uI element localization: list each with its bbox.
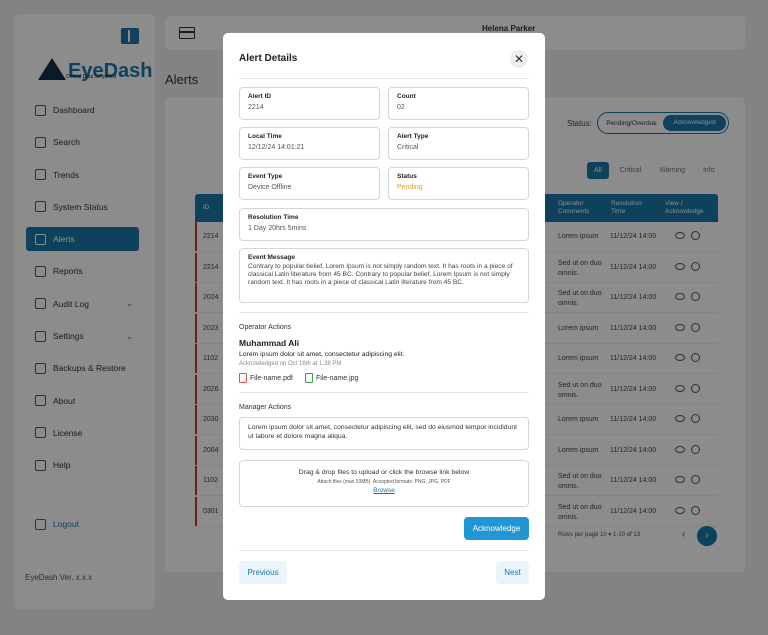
field-value: Critical — [397, 144, 419, 151]
operator-actions-label: Operator Actions — [239, 324, 292, 331]
field-alert-id: Alert ID 2214 — [239, 87, 380, 120]
browse-link[interactable]: Browse — [240, 487, 528, 494]
divider — [239, 78, 529, 79]
next-button[interactable]: Next — [496, 561, 529, 584]
manager-actions-label: Manager Actions — [239, 404, 292, 411]
divider — [239, 550, 529, 551]
pdf-file-icon — [239, 373, 247, 383]
field-event-message: Event Message Contrary to popular belief… — [239, 248, 529, 303]
alert-details-modal: Alert Details ✕ Alert ID 2214 Count 02 L… — [223, 33, 545, 600]
field-value: 2214 — [248, 104, 264, 111]
field-label: Count — [397, 93, 416, 100]
field-value: 12/12/24 14:01:21 — [248, 144, 305, 151]
field-label: Local Time — [248, 133, 282, 140]
dropzone-instructions: Drag & drop files to upload or click the… — [298, 469, 470, 476]
operator-comment: Lorem ipsum dolor sit amet, consectetur … — [239, 351, 405, 358]
field-label: Resolution Time — [248, 214, 299, 221]
field-label: Alert Type — [397, 133, 429, 140]
dropzone-constraints: Attach files (max 10MB). Accepted format… — [317, 479, 451, 485]
status-badge: Pending — [397, 184, 423, 191]
operator-name: Muhammad Ali — [239, 338, 300, 348]
field-value: 1 Day 20hrs 5mins — [248, 225, 307, 232]
field-label: Event Message — [248, 254, 295, 261]
field-resolution-time: Resolution Time 1 Day 20hrs 5mins — [239, 208, 529, 241]
image-file-icon — [305, 373, 313, 383]
divider — [239, 312, 529, 313]
acknowledged-timestamp: Acknowledged on Oct 16th at 1:38 PM — [239, 361, 342, 367]
acknowledge-button[interactable]: Acknowledge — [464, 517, 529, 540]
field-alert-type: Alert Type Critical — [388, 127, 529, 160]
field-count: Count 02 — [388, 87, 529, 120]
close-icon[interactable]: ✕ — [510, 50, 528, 68]
field-value: Device Offline — [248, 184, 292, 191]
event-message-text: Contrary to popular belief, Lorem Ipsum … — [248, 263, 513, 286]
attachment-jpg[interactable]: File-name.jpg — [305, 373, 358, 383]
field-value: 02 — [397, 104, 405, 111]
divider — [239, 392, 529, 393]
file-dropzone[interactable]: Drag & drop files to upload or click the… — [239, 460, 529, 507]
field-status: Status Pending — [388, 167, 529, 200]
manager-comment-input[interactable]: Lorem ipsum dolor sit amet, consectetur … — [239, 417, 529, 450]
field-label: Status — [397, 173, 417, 180]
field-label: Event Type — [248, 173, 283, 180]
attachment-pdf[interactable]: File-name.pdf — [239, 373, 293, 383]
field-label: Alert ID — [248, 93, 272, 100]
field-event-type: Event Type Device Offline — [239, 167, 380, 200]
field-local-time: Local Time 12/12/24 14:01:21 — [239, 127, 380, 160]
previous-button[interactable]: Previous — [239, 561, 287, 584]
modal-title: Alert Details — [239, 53, 298, 64]
